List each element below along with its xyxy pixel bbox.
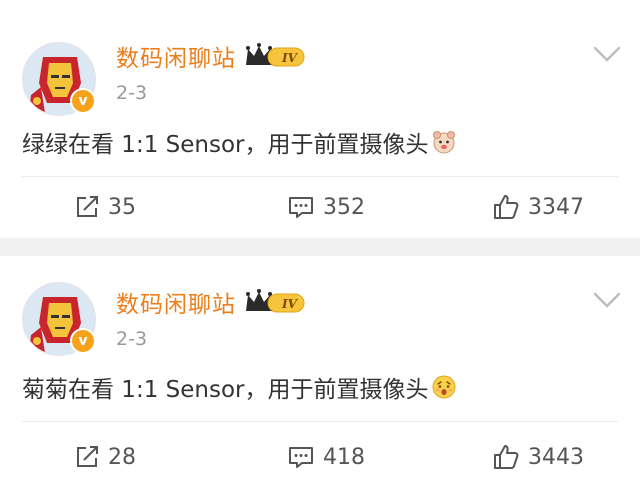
post-content: 绿绿在看 1:1 Sensor，用于前置摄像头: [22, 125, 457, 159]
post-actions: 35 352 3347: [0, 176, 640, 238]
username[interactable]: 数码闲聊站: [116, 39, 236, 73]
level-crown-badge-icon: IV: [246, 43, 305, 67]
repost-icon: [77, 446, 98, 467]
post-content: 菊菊在看 1:1 Sensor，用于前置摄像头: [22, 370, 457, 404]
comment-count: 352: [323, 194, 365, 220]
feed-post: v 数码闲聊站 IV 2-3 菊菊在看 1:1 Sensor，用于前置摄像头 2…: [0, 256, 640, 491]
avatar[interactable]: v: [22, 42, 96, 116]
svg-text:IV: IV: [281, 297, 299, 311]
repost-button[interactable]: 28: [0, 426, 242, 488]
chevron-down-icon[interactable]: [592, 44, 622, 64]
username[interactable]: 数码闲聊站: [116, 285, 236, 319]
post-date: 2-3: [116, 82, 148, 104]
repost-count: 35: [108, 194, 136, 220]
comment-button[interactable]: 352: [242, 176, 416, 238]
avatar[interactable]: v: [22, 282, 96, 356]
repost-button[interactable]: 35: [0, 176, 242, 238]
surprised-face-emoji-icon: [432, 375, 456, 399]
repost-count: 28: [108, 444, 136, 470]
thumbs-up-icon: [494, 445, 519, 469]
thumbs-up-icon: [494, 195, 519, 219]
comment-count: 418: [323, 444, 365, 470]
post-actions: 28 418 3443: [0, 426, 640, 488]
repost-icon: [77, 196, 98, 217]
verified-badge-icon: v: [70, 88, 96, 114]
like-count: 3347: [528, 194, 584, 220]
post-text: 菊菊在看 1:1 Sensor，用于前置摄像头: [22, 377, 429, 403]
chevron-down-icon[interactable]: [592, 290, 622, 310]
like-button[interactable]: 3443: [416, 426, 640, 488]
post-text: 绿绿在看 1:1 Sensor，用于前置摄像头: [22, 132, 429, 158]
comment-button[interactable]: 418: [242, 426, 416, 488]
comment-icon: [289, 447, 313, 468]
post-date: 2-3: [116, 328, 148, 350]
like-count: 3443: [528, 444, 584, 470]
verified-badge-icon: v: [70, 328, 96, 354]
comment-icon: [289, 197, 313, 218]
level-crown-badge-icon: IV: [246, 289, 305, 313]
hamster-emoji-icon: [433, 131, 456, 154]
like-button[interactable]: 3347: [416, 176, 640, 238]
feed-post: v 数码闲聊站 IV 2-3 绿绿在看 1:1 Sensor，用于前置摄像头 3…: [0, 0, 640, 238]
svg-text:IV: IV: [281, 51, 299, 65]
divider: [22, 421, 618, 422]
